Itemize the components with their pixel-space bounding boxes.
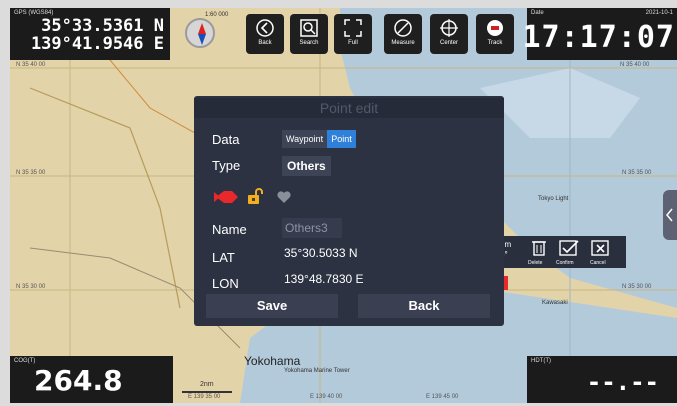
point-tool-panel: nm 6° Delete Confirm Cancel	[498, 236, 626, 268]
poi-label: Kawasaki	[542, 300, 568, 306]
back-nav-label: Back	[258, 40, 272, 46]
heading-value: --.--	[586, 368, 659, 396]
lat-grid-label: N 35 30 00	[622, 284, 652, 290]
track-icon	[487, 20, 503, 36]
cog-value: 264.8	[34, 364, 123, 397]
lat-grid-label: N 35 35 00	[16, 170, 46, 176]
lon-grid-label: E 139 45 00	[426, 394, 459, 400]
cog-panel: COG(T) 264.8	[10, 356, 173, 403]
full-screen-button[interactable]: Full	[334, 14, 372, 54]
date-time-panel: Date 2021-10-1 17:17:07	[523, 8, 677, 60]
heading-panel: HDT(T) --.--	[527, 356, 677, 403]
gps-position-panel: GPS (WGS84) 35°33.5361 N 139°41.9546 E	[10, 8, 170, 60]
chart-plotter-screen: N 35 40 00 N 35 40 00 N 35 35 00 N 35 35…	[10, 8, 677, 403]
compass-icon[interactable]	[185, 18, 215, 48]
time-value: 17:17:07	[522, 20, 675, 55]
fish-icon[interactable]	[214, 188, 240, 206]
full-screen-label: Full	[348, 40, 358, 46]
city-label: Yokohama	[244, 354, 301, 368]
cancel-label: Cancel	[590, 260, 606, 266]
center-icon	[440, 19, 458, 37]
delete-label: Delete	[528, 260, 543, 266]
back-nav-button[interactable]: Back	[246, 14, 284, 54]
data-segmented-control: Waypoint Point	[282, 130, 356, 148]
confirm-label: Confirm	[556, 260, 574, 266]
track-button[interactable]: Track	[476, 14, 514, 54]
measure-label: Measure	[391, 40, 415, 46]
unlock-icon[interactable]	[246, 187, 264, 205]
full-screen-icon	[344, 19, 362, 37]
cog-label: COG(T)	[14, 358, 36, 364]
poi-label: Tokyo Light	[538, 196, 569, 202]
heart-icon[interactable]	[276, 190, 292, 204]
save-button[interactable]: Save	[206, 294, 338, 318]
chart-scale-label: 1:60 000	[205, 12, 229, 18]
name-input[interactable]: Others3	[282, 218, 342, 238]
search-label: Search	[299, 40, 319, 46]
lat-grid-label: N 35 30 00	[16, 284, 46, 290]
dialog-title: Point edit	[194, 98, 504, 118]
heading-label: HDT(T)	[531, 358, 551, 364]
lon-grid-label: E 139 40 00	[310, 394, 343, 400]
side-panel-tab[interactable]	[663, 190, 677, 240]
lon-grid-label: E 139 35 00	[188, 394, 221, 400]
lat-value[interactable]: 35°30.5033 N	[284, 246, 358, 260]
cancel-icon[interactable]	[590, 239, 612, 257]
gps-longitude: 139°41.9546 E	[30, 34, 164, 54]
measure-icon	[394, 19, 412, 37]
lat-grid-label: N 35 40 00	[620, 62, 650, 68]
lon-value[interactable]: 139°48.7830 E	[284, 272, 364, 286]
point-edit-dialog: Point edit Data Waypoint Point Type Othe…	[194, 96, 504, 326]
type-selector[interactable]: Others	[282, 156, 331, 176]
lat-grid-label: N 35 40 00	[16, 62, 46, 68]
data-label: Data	[212, 132, 240, 147]
confirm-icon[interactable]	[558, 239, 580, 257]
point-option[interactable]: Point	[327, 130, 356, 148]
landmark-label: Yokohama Marine Tower	[284, 368, 350, 374]
name-label: Name	[212, 222, 247, 237]
track-label: Track	[487, 40, 503, 46]
measure-button[interactable]: Measure	[384, 14, 422, 54]
gps-latitude: 35°33.5361 N	[41, 16, 164, 36]
center-button[interactable]: Center	[430, 14, 468, 54]
delete-icon[interactable]	[528, 239, 550, 257]
type-label: Type	[212, 158, 241, 173]
lon-label: LON	[212, 276, 239, 291]
scalebar-label: 2nm	[200, 381, 214, 388]
chevron-left-icon	[666, 208, 673, 222]
search-button[interactable]: Search	[290, 14, 328, 54]
lat-grid-label: N 35 35 00	[622, 170, 652, 176]
waypoint-option[interactable]: Waypoint	[282, 130, 328, 148]
search-icon	[300, 19, 318, 37]
back-icon	[256, 19, 274, 37]
lat-label: LAT	[212, 250, 235, 265]
back-button[interactable]: Back	[358, 294, 490, 318]
date-value: 2021-10-1	[645, 10, 673, 16]
scalebar	[182, 391, 232, 393]
center-label: Center	[439, 40, 458, 46]
date-label: Date	[531, 10, 544, 16]
